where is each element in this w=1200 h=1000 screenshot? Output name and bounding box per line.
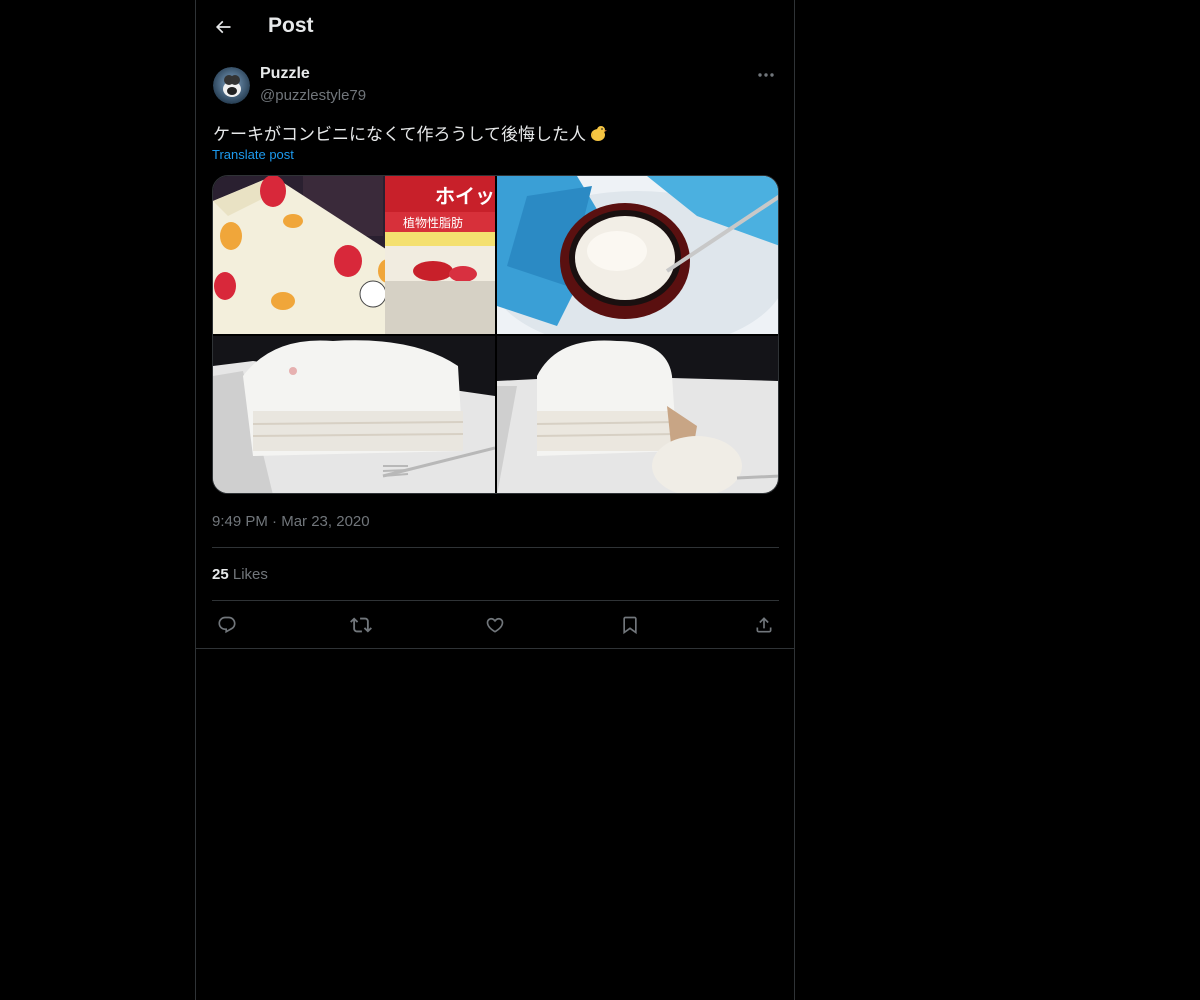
like-button[interactable] [480,610,510,640]
post-timestamp[interactable]: 9:49 PM · Mar 23, 2020 [212,513,370,530]
page-title: Post [268,14,314,37]
author-row: Puzzle @puzzlestyle79 [213,64,779,112]
reply-icon [218,616,236,634]
homemade-cake-photo[interactable] [213,336,495,493]
likes-number: 25 [212,566,229,583]
likes-label: Likes [232,566,268,583]
reply-button[interactable] [212,610,242,640]
package-label: ホイッ [435,184,495,208]
post-text: ケーキがコンビニになくて作ろうして後悔した人 [213,120,608,148]
translate-post-link[interactable]: Translate post [212,147,294,162]
post-text-body: ケーキがコンビニになくて作ろうして後悔した人 [213,125,586,144]
author-name[interactable]: Puzzle [260,65,310,83]
package-sublabel: 植物性脂肪 [403,215,463,230]
divider [212,600,779,601]
post-column: Post Puzzle @puzzlestyle79 ケーキがコンビニになくて作… [195,0,795,1000]
likes-count[interactable]: 25 Likes [212,566,268,583]
divider [196,648,794,649]
repost-icon [350,617,372,633]
post-time: 9:49 PM [212,513,268,530]
bookmark-icon [623,616,637,635]
bookmark-button[interactable] [615,610,645,640]
chick-emoji-icon [588,123,608,148]
share-button[interactable] [749,610,779,640]
back-button[interactable] [210,14,236,40]
media-grid: ホイッ 植物性脂肪 [212,175,779,494]
timestamp-separator: · [272,513,278,530]
share-icon [756,617,772,633]
avatar[interactable] [213,67,250,104]
whipped-cream-bowl-photo[interactable] [497,176,778,334]
arrow-left-icon [215,20,231,34]
header: Post [196,0,794,54]
homemade-cake-cut-photo[interactable] [497,336,778,493]
more-icon [758,73,774,77]
action-bar [212,610,779,640]
repost-button[interactable] [346,610,376,640]
more-options-button[interactable] [753,66,779,84]
post-date: Mar 23, 2020 [281,513,370,530]
author-handle[interactable]: @puzzlestyle79 [260,87,366,104]
divider [212,547,779,548]
like-icon [486,617,504,633]
cake-and-cream-package-photo[interactable]: ホイッ 植物性脂肪 [213,176,495,334]
